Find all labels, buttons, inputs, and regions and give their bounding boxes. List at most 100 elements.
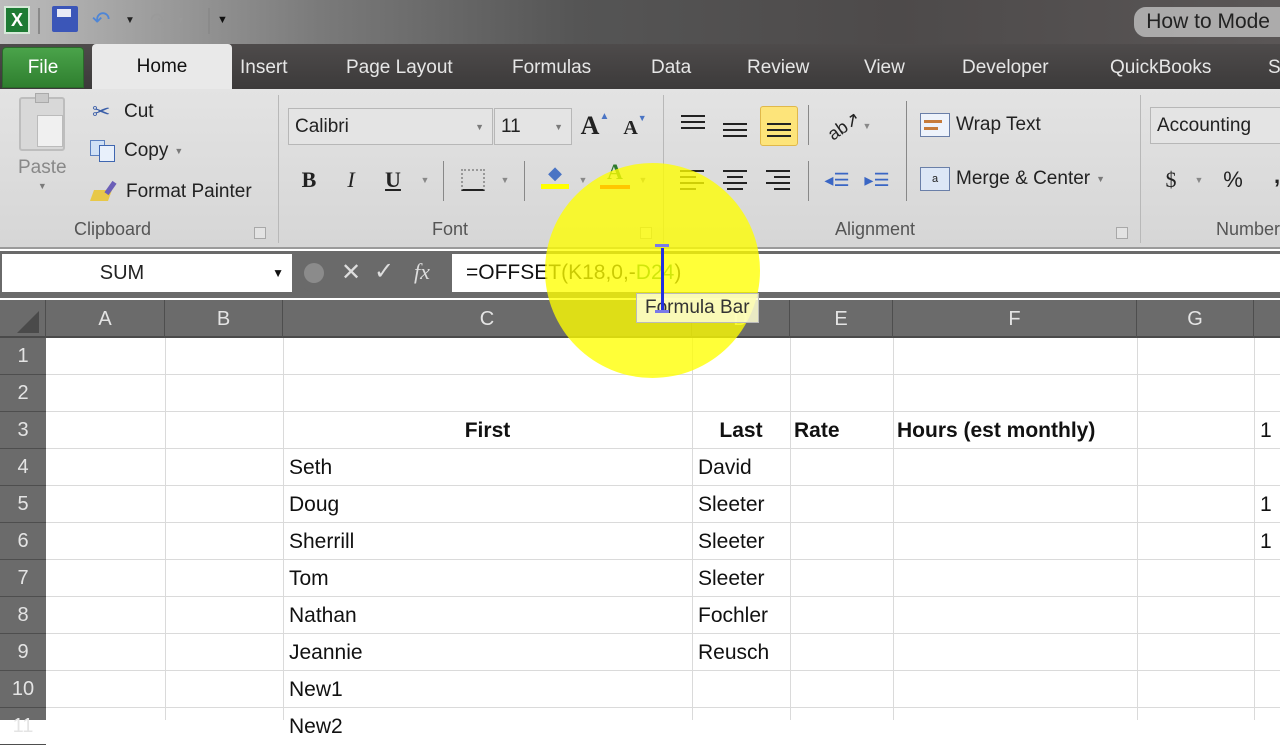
- cell-d6[interactable]: Sleeter: [692, 523, 790, 560]
- cell-c3[interactable]: First: [283, 412, 692, 449]
- fill-color-button[interactable]: ◆: [540, 161, 570, 191]
- paste-dropdown-icon[interactable]: ▼: [38, 181, 47, 191]
- paste-button[interactable]: Paste ▼: [18, 93, 67, 191]
- cell-d4[interactable]: David: [692, 449, 790, 486]
- tab-data[interactable]: Data: [651, 47, 691, 88]
- row-header-7[interactable]: 7: [0, 560, 46, 597]
- cell-c7[interactable]: Tom: [283, 560, 692, 597]
- row-header-8[interactable]: 8: [0, 597, 46, 634]
- decrease-indent-button[interactable]: ◂☰: [822, 165, 852, 195]
- worksheet-grid[interactable]: First Last Rate Hours (est monthly) 1 Se…: [46, 338, 1280, 738]
- align-right-button[interactable]: [764, 165, 790, 195]
- italic-button[interactable]: I: [336, 165, 366, 195]
- fill-color-dropdown-icon[interactable]: ▼: [568, 165, 598, 195]
- borders-dropdown-icon[interactable]: ▼: [490, 165, 520, 195]
- cut-button[interactable]: ✂ Cut: [92, 99, 154, 125]
- cell-h6[interactable]: 1: [1254, 523, 1280, 560]
- column-header-f[interactable]: F: [893, 300, 1137, 338]
- top-align-button[interactable]: [680, 107, 706, 137]
- cell-c4[interactable]: Seth: [283, 449, 692, 486]
- tab-insert[interactable]: Insert: [240, 47, 288, 88]
- redo-icon[interactable]: ↷: [150, 6, 167, 34]
- number-format-combo[interactable]: Accounting: [1150, 107, 1280, 144]
- enter-icon[interactable]: ✓: [374, 257, 394, 286]
- insert-function-icon[interactable]: fx: [414, 259, 430, 285]
- cell-h5[interactable]: 1: [1254, 486, 1280, 523]
- row-header-9[interactable]: 9: [0, 634, 46, 671]
- font-dialog-launcher-icon[interactable]: [640, 227, 652, 239]
- cell-d8[interactable]: Fochler: [692, 597, 790, 634]
- excel-icon[interactable]: X: [4, 6, 30, 34]
- row-header-1[interactable]: 1: [0, 338, 46, 375]
- shrink-font-button[interactable]: A ▼: [620, 113, 650, 143]
- tab-file[interactable]: File: [2, 47, 84, 88]
- column-header-h[interactable]: [1254, 300, 1280, 338]
- merge-center-button[interactable]: a Merge & Center ▼: [920, 167, 1105, 191]
- format-painter-button[interactable]: Format Painter: [89, 180, 252, 203]
- font-size-dropdown-icon[interactable]: ▼: [554, 122, 563, 132]
- orientation-dropdown-icon[interactable]: ▼: [852, 111, 882, 141]
- font-color-button[interactable]: A: [600, 159, 630, 189]
- font-name-combo[interactable]: Calibri ▼: [288, 108, 493, 145]
- tab-developer[interactable]: Developer: [962, 47, 1049, 88]
- name-box-dropdown-icon[interactable]: ▼: [272, 266, 284, 280]
- tab-page-layout[interactable]: Page Layout: [346, 47, 453, 88]
- undo-dropdown-icon[interactable]: ▼: [125, 6, 135, 34]
- percent-button[interactable]: %: [1218, 165, 1248, 195]
- cell-c8[interactable]: Nathan: [283, 597, 692, 634]
- middle-align-button[interactable]: [722, 115, 748, 145]
- increase-indent-button[interactable]: ▸☰: [862, 165, 892, 195]
- bold-button[interactable]: B: [294, 165, 324, 195]
- row-header-6[interactable]: 6: [0, 523, 46, 560]
- tab-quickbooks[interactable]: QuickBooks: [1110, 47, 1211, 88]
- row-header-3[interactable]: 3: [0, 412, 46, 449]
- currency-button[interactable]: $: [1156, 165, 1186, 195]
- resize-grip-icon[interactable]: [304, 263, 324, 283]
- borders-button[interactable]: [458, 165, 488, 195]
- cell-d3[interactable]: Last: [692, 412, 790, 449]
- formula-input[interactable]: =OFFSET(K18,0,- D24): [452, 254, 1280, 292]
- cell-c11[interactable]: New2: [283, 708, 692, 745]
- cell-c6[interactable]: Sherrill: [283, 523, 692, 560]
- row-header-2[interactable]: 2: [0, 375, 46, 412]
- column-header-e[interactable]: E: [790, 300, 893, 338]
- redo-dropdown-icon[interactable]: ▼: [176, 6, 185, 34]
- column-header-c[interactable]: C: [283, 300, 692, 338]
- cancel-icon[interactable]: ✕: [341, 258, 361, 287]
- row-header-10[interactable]: 10: [0, 671, 46, 708]
- cell-c5[interactable]: Doug: [283, 486, 692, 523]
- cell-d9[interactable]: Reusch: [692, 634, 790, 671]
- copy-button[interactable]: Copy ▼: [90, 140, 183, 162]
- copy-dropdown-icon[interactable]: ▼: [174, 146, 183, 156]
- save-icon[interactable]: [52, 6, 78, 32]
- font-color-dropdown-icon[interactable]: ▼: [628, 165, 658, 195]
- comma-button[interactable]: ,: [1262, 161, 1280, 191]
- cell-e3[interactable]: Rate: [790, 412, 893, 449]
- cell-c9[interactable]: Jeannie: [283, 634, 692, 671]
- align-left-button[interactable]: [680, 165, 706, 195]
- cell-d7[interactable]: Sleeter: [692, 560, 790, 597]
- cell-c10[interactable]: New1: [283, 671, 692, 708]
- clipboard-dialog-launcher-icon[interactable]: [254, 227, 266, 239]
- alignment-dialog-launcher-icon[interactable]: [1116, 227, 1128, 239]
- column-header-g[interactable]: G: [1137, 300, 1254, 338]
- merge-center-dropdown-icon[interactable]: ▼: [1096, 174, 1105, 184]
- undo-icon[interactable]: ↶: [92, 6, 120, 34]
- row-header-5[interactable]: 5: [0, 486, 46, 523]
- customize-qat-icon[interactable]: ▼: [217, 6, 228, 34]
- tab-more[interactable]: S: [1268, 47, 1280, 88]
- column-header-b[interactable]: B: [165, 300, 283, 338]
- row-header-4[interactable]: 4: [0, 449, 46, 486]
- cell-f3[interactable]: Hours (est monthly): [893, 412, 1137, 449]
- tab-review[interactable]: Review: [747, 47, 809, 88]
- underline-dropdown-icon[interactable]: ▼: [410, 165, 440, 195]
- column-header-a[interactable]: A: [46, 300, 165, 338]
- wrap-text-button[interactable]: Wrap Text: [920, 113, 1041, 137]
- currency-dropdown-icon[interactable]: ▼: [1184, 165, 1214, 195]
- font-size-combo[interactable]: 11 ▼: [494, 108, 572, 145]
- cell-d5[interactable]: Sleeter: [692, 486, 790, 523]
- row-header-11[interactable]: 11: [0, 708, 46, 745]
- tab-view[interactable]: View: [864, 47, 905, 88]
- bottom-align-button[interactable]: [760, 106, 798, 146]
- cell-h3[interactable]: 1: [1254, 412, 1280, 449]
